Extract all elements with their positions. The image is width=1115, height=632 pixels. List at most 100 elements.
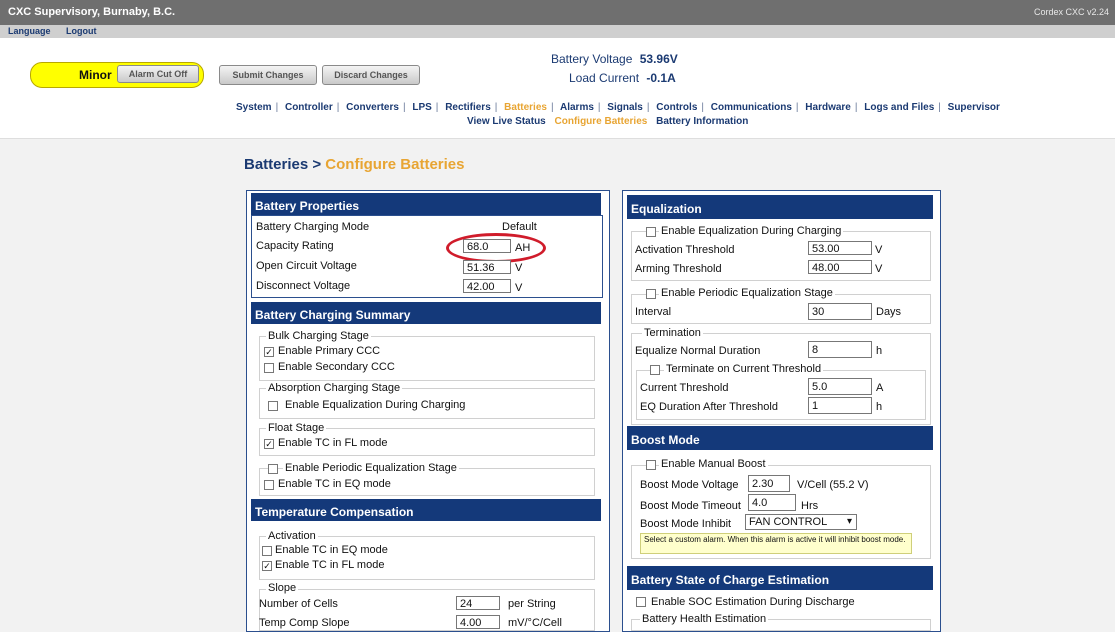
tc-eq-mode-label: Enable TC in EQ mode (275, 544, 388, 556)
eq-normal-duration-input[interactable]: 8 (808, 341, 872, 358)
float-tc-label: Enable TC in FL mode (278, 437, 388, 449)
nav-lps[interactable]: LPS (412, 102, 431, 113)
interval-label: Interval (635, 306, 672, 318)
tc-fl-mode-checkbox[interactable]: ✓ (262, 561, 272, 571)
secondary-ccc-label: Enable Secondary CCC (278, 361, 395, 373)
boost-timeout-label: Boost Mode Timeout (640, 500, 741, 512)
boost-mode-title: Boost Mode (631, 433, 700, 447)
nav-signals[interactable]: Signals (607, 102, 643, 113)
subnav-view-live-status[interactable]: View Live Status (467, 116, 546, 127)
eq-normal-duration-label: Equalize Normal Duration (635, 345, 761, 357)
boost-timeout-input[interactable]: 4.0 (748, 494, 796, 511)
boost-voltage-input[interactable]: 2.30 (748, 475, 790, 492)
discard-changes-button[interactable]: Discard Changes (322, 65, 420, 85)
nav-logs-and-files[interactable]: Logs and Files (864, 102, 934, 113)
boost-inhibit-label: Boost Mode Inhibit (640, 518, 732, 530)
boost-voltage-unit: V/Cell (55.2 V) (797, 479, 869, 491)
periodic-equalization-checkbox[interactable] (268, 464, 278, 474)
boost-voltage-label: Boost Mode Voltage (640, 479, 739, 491)
nav-converters[interactable]: Converters (346, 102, 399, 113)
battery-voltage-label: Battery Voltage (551, 52, 633, 66)
number-of-cells-label: Number of Cells (259, 598, 338, 610)
open-circuit-voltage-label: Open Circuit Voltage (256, 260, 357, 272)
nav-system[interactable]: System (236, 102, 272, 113)
primary-ccc-checkbox[interactable]: ✓ (264, 347, 274, 357)
version-label: Cordex CXC v2.24 (1033, 7, 1109, 17)
nav-controller[interactable]: Controller (285, 102, 333, 113)
periodic-eq-label: Enable Periodic Equalization Stage (659, 287, 835, 299)
nav-batteries[interactable]: Batteries (504, 102, 547, 113)
load-current-readout: Load Current -0.1A (569, 71, 676, 85)
periodic-tc-checkbox[interactable] (264, 480, 274, 490)
temp-comp-slope-input[interactable]: 4.00 (456, 615, 500, 629)
boost-timeout-unit: Hrs (801, 500, 819, 512)
page-title: Batteries > Configure Batteries (244, 156, 465, 173)
float-tc-checkbox[interactable]: ✓ (264, 439, 274, 449)
eq-normal-duration-unit: h (876, 345, 883, 357)
secondary-ccc-checkbox[interactable] (264, 363, 274, 373)
soc-header: Battery State of Charge Estimation (627, 566, 933, 590)
periodic-equalization-label: Enable Periodic Equalization Stage (283, 462, 459, 474)
alarm-cutoff-button[interactable]: Alarm Cut Off (117, 65, 199, 83)
charging-mode-value: Default (502, 221, 537, 233)
tc-eq-mode-checkbox[interactable] (262, 546, 272, 556)
nav-alarms[interactable]: Alarms (560, 102, 594, 113)
open-circuit-voltage-input[interactable]: 51.36 (463, 260, 511, 274)
absorption-equalization-checkbox[interactable] (268, 401, 278, 411)
primary-ccc-label: Enable Primary CCC (278, 345, 381, 357)
battery-properties-header: Battery Properties (251, 193, 601, 215)
battery-voltage-readout: Battery Voltage 53.96V (551, 52, 678, 66)
absorption-stage-legend: Absorption Charging Stage (266, 382, 403, 394)
temp-comp-slope-label: Temp Comp Slope (259, 617, 350, 629)
subnav-battery-information[interactable]: Battery Information (656, 116, 748, 127)
soc-title: Battery State of Charge Estimation (631, 573, 830, 587)
highlight-circle-annotation (446, 233, 546, 263)
interval-input[interactable]: 30 (808, 303, 872, 320)
nav-supervisor[interactable]: Supervisor (948, 102, 1000, 113)
nav-rectifiers[interactable]: Rectifiers (445, 102, 491, 113)
activation-threshold-unit: V (875, 244, 883, 256)
disconnect-voltage-label: Disconnect Voltage (256, 280, 351, 292)
soc-enable-label: Enable SOC Estimation During Discharge (651, 596, 855, 608)
subnav-configure-batteries[interactable]: Configure Batteries (555, 116, 648, 127)
terminate-on-current-checkbox[interactable] (650, 365, 660, 375)
temp-comp-header: Temperature Compensation (251, 499, 601, 521)
termination-legend: Termination (642, 327, 703, 339)
boost-inhibit-tooltip: Select a custom alarm. When this alarm i… (640, 533, 912, 554)
site-title: CXC Supervisory, Burnaby, B.C. (8, 6, 176, 18)
manual-boost-checkbox[interactable] (646, 460, 656, 470)
arming-threshold-unit: V (875, 263, 883, 275)
battery-health-legend: Battery Health Estimation (640, 613, 769, 625)
charging-summary-header: Battery Charging Summary (251, 302, 601, 324)
number-of-cells-input[interactable]: 24 (456, 596, 500, 610)
periodic-eq-checkbox[interactable] (646, 289, 656, 299)
main-navigation: System | Controller | Converters | LPS | Rec… (0, 98, 1115, 139)
eq-during-charging-label: Enable Equalization During Charging (659, 225, 844, 237)
logout-link[interactable]: Logout (66, 26, 97, 36)
alarm-status-label: Minor (79, 68, 112, 82)
eq-after-threshold-input[interactable]: 1 (808, 397, 872, 414)
nav-controls[interactable]: Controls (656, 102, 697, 113)
nav-communications[interactable]: Communications (711, 102, 792, 113)
arming-threshold-input[interactable]: 48.00 (808, 260, 872, 274)
language-link[interactable]: Language (8, 26, 51, 36)
nav-hardware[interactable]: Hardware (805, 102, 851, 113)
equalization-title: Equalization (631, 202, 702, 216)
current-threshold-unit: A (876, 382, 884, 394)
disconnect-voltage-input[interactable]: 42.00 (463, 279, 511, 293)
title-bar: CXC Supervisory, Burnaby, B.C. Cordex CX… (0, 0, 1115, 25)
activation-threshold-input[interactable]: 53.00 (808, 241, 872, 255)
current-threshold-input[interactable]: 5.0 (808, 378, 872, 395)
boost-mode-header: Boost Mode (627, 426, 933, 450)
tc-activation-legend: Activation (266, 530, 318, 542)
soc-enable-checkbox[interactable] (636, 597, 646, 607)
temp-comp-slope-unit: mV/°C/Cell (508, 617, 562, 629)
eq-during-charging-checkbox[interactable] (646, 227, 656, 237)
boost-inhibit-select[interactable]: FAN CONTROL ▾ (745, 514, 857, 530)
breadcrumb-batteries[interactable]: Batteries > (244, 156, 321, 173)
interval-unit: Days (876, 306, 902, 318)
utility-bar: Language Logout (0, 25, 1115, 38)
submit-changes-button[interactable]: Submit Changes (219, 65, 317, 85)
load-current-value: -0.1A (646, 71, 676, 85)
activation-threshold-label: Activation Threshold (635, 244, 735, 256)
